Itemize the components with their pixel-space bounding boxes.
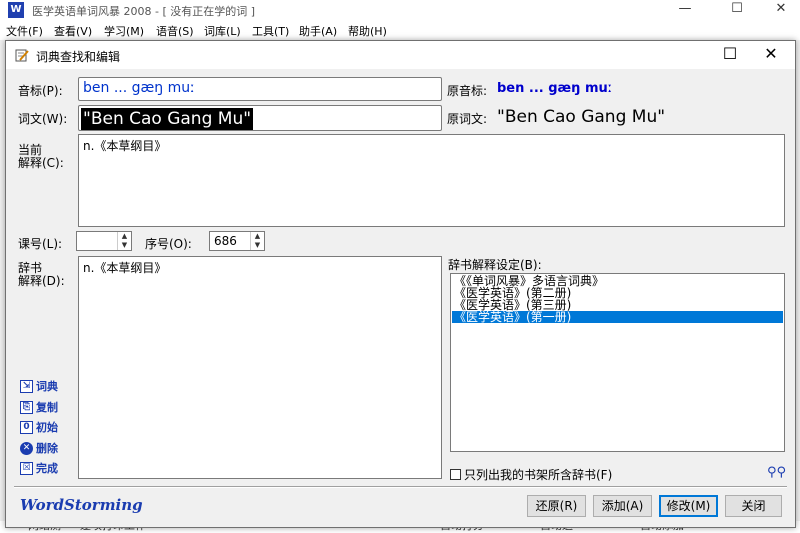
initialize-button-label: 初始 [36, 421, 58, 434]
dictionary-button-label: 词典 [36, 380, 58, 393]
lesson-label: 课号(L): [18, 237, 63, 251]
list-item-selected[interactable]: 《医学英语》(第一册) [452, 311, 783, 323]
only-my-shelf-label: 只列出我的书架所含辞书(F) [464, 468, 613, 482]
phonetic-label: 音标(P): [18, 84, 63, 98]
sequence-label: 序号(O): [145, 237, 192, 251]
delete-button-label: 删除 [36, 442, 58, 455]
sequence-spinner[interactable]: 686 ▲ ▼ [209, 231, 265, 251]
finish-button[interactable]: ☒ 完成 [20, 459, 58, 477]
word-label: 词文(W): [18, 112, 68, 126]
zero-icon: 0 [20, 420, 33, 434]
orig-phonetic-label: 原音标: [447, 84, 488, 98]
brand-logo: WordStorming [20, 496, 143, 514]
lesson-spinner[interactable]: ▲ ▼ [76, 231, 132, 251]
orig-word-label: 原词文: [447, 112, 488, 126]
finish-icon: ☒ [20, 461, 33, 475]
menu-library[interactable]: 词库(L) [204, 23, 241, 39]
dict-def-label: 解释(D): [18, 274, 65, 288]
current-definition-textarea[interactable]: n.《本草纲目》 [78, 134, 785, 227]
menu-assistant[interactable]: 助手(A) [299, 23, 337, 39]
binoculars-icon[interactable]: ⚲⚲ [767, 465, 786, 480]
word-input[interactable]: "Ben Cao Gang Mu" [78, 105, 442, 131]
copy-icon: ⎘ [20, 400, 33, 414]
dialog-close-button[interactable]: ✕ [751, 41, 791, 69]
menu-view[interactable]: 查看(V) [54, 23, 92, 39]
orig-word-value: "Ben Cao Gang Mu" [497, 107, 666, 127]
separator [14, 486, 787, 488]
menu-help[interactable]: 帮助(H) [348, 23, 387, 39]
main-title-bar: W 医学英语单词风暴 2008 - [ 没有正在学的词 ] — ☐ ✕ [0, 0, 800, 20]
main-window-title: 医学英语单词风暴 2008 - [ 没有正在学的词 ] [32, 5, 256, 18]
dialog-title-bar: 词典查找和编辑 ☐ ✕ [6, 41, 795, 69]
orig-phonetic-value: ben ... gæŋ muː [497, 81, 613, 96]
copy-button[interactable]: ⎘ 复制 [20, 398, 58, 416]
delete-button[interactable]: ✕ 删除 [20, 439, 58, 457]
current-def-label: 解释(C): [18, 156, 64, 170]
copy-button-label: 复制 [36, 401, 58, 414]
menu-tools[interactable]: 工具(T) [252, 23, 289, 39]
delete-icon: ✕ [20, 441, 33, 455]
dictionary-list[interactable]: 《《单词风暴》多语言词典》 《医学英语》(第二册) 《医学英语》(第三册) 《医… [450, 273, 785, 452]
dictionary-icon: ⇲ [20, 379, 33, 393]
dialog-maximize-button[interactable]: ☐ [710, 41, 750, 69]
menu-file[interactable]: 文件(F) [6, 23, 43, 39]
close-button[interactable]: ✕ [758, 0, 800, 20]
only-my-shelf-checkbox[interactable]: 只列出我的书架所含辞书(F) [450, 466, 612, 483]
sequence-value: 686 [214, 234, 237, 248]
maximize-button[interactable]: ☐ [714, 0, 760, 20]
minimize-button[interactable]: — [662, 0, 708, 20]
dictionary-definition-textarea[interactable]: n.《本草纲目》 [78, 256, 442, 479]
menu-study[interactable]: 学习(M) [104, 23, 144, 39]
menu-bar: 文件(F) 查看(V) 学习(M) 语音(S) 词库(L) 工具(T) 助手(A… [0, 20, 800, 40]
restore-button[interactable]: 还原(R) [527, 495, 586, 517]
app-icon: W [8, 2, 24, 18]
initialize-button[interactable]: 0 初始 [20, 418, 58, 436]
dict-settings-label: 辞书解释设定(B): [448, 258, 542, 272]
menu-speech[interactable]: 语音(S) [156, 23, 194, 39]
close-dialog-button[interactable]: 关闭 [725, 495, 782, 517]
modify-button[interactable]: 修改(M) [659, 495, 718, 517]
finish-button-label: 完成 [36, 462, 58, 475]
spinner-arrows-icon[interactable]: ▲ ▼ [117, 232, 131, 250]
dictionary-button[interactable]: ⇲ 词典 [20, 377, 58, 395]
edit-dictionary-icon [15, 49, 29, 62]
word-input-text: "Ben Cao Gang Mu" [81, 108, 254, 130]
phonetic-input[interactable]: ben ... gæŋ muː [78, 77, 442, 101]
dialog-title: 词典查找和编辑 [36, 50, 121, 64]
add-button[interactable]: 添加(A) [593, 495, 652, 517]
checkbox-box[interactable] [450, 469, 461, 480]
dictionary-edit-dialog: 词典查找和编辑 ☐ ✕ 音标(P): ben ... gæŋ muː 原音标: … [5, 40, 796, 528]
spinner-arrows-icon[interactable]: ▲ ▼ [250, 232, 264, 250]
